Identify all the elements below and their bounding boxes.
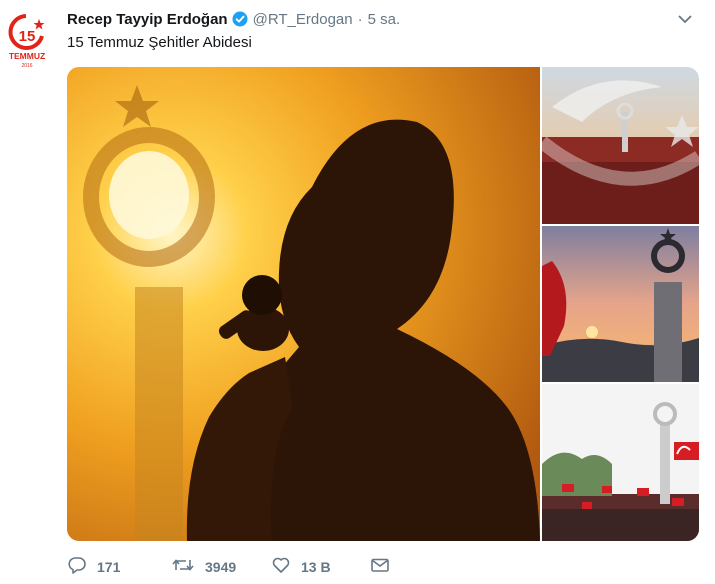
heart-icon <box>271 555 291 580</box>
retweet-button[interactable]: 3949 <box>171 554 236 580</box>
verified-badge-icon <box>232 11 248 27</box>
timestamp[interactable]: 5 sa. <box>368 11 401 28</box>
like-count: 13 B <box>301 559 331 575</box>
avatar-logo: 15 TEMMUZ 2016 <box>8 14 45 69</box>
author-handle[interactable]: @RT_Erdogan <box>253 11 353 28</box>
photo-crowd-flags[interactable] <box>542 384 699 541</box>
reply-button[interactable]: 171 <box>67 554 120 580</box>
reply-count: 171 <box>97 559 121 575</box>
direct-message-button[interactable] <box>370 554 390 580</box>
reply-icon <box>67 555 87 580</box>
separator-dot: · <box>357 10 363 28</box>
author-name[interactable]: Recep Tayyip Erdoğan <box>67 11 228 28</box>
tweet-actions: 171 3949 13 B <box>67 554 707 580</box>
avatar[interactable]: 15 TEMMUZ 2016 <box>4 10 50 72</box>
retweet-count: 3949 <box>205 559 237 575</box>
photo-main[interactable] <box>67 67 540 541</box>
chevron-down-icon[interactable] <box>675 8 695 30</box>
photo-monument-sunset[interactable] <box>542 226 699 382</box>
retweet-icon <box>171 555 195 580</box>
tweet-text: 15 Temmuz Şehitler Abidesi <box>67 34 252 51</box>
avatar-label: TEMMUZ <box>9 51 45 61</box>
avatar-number: 15 <box>19 28 36 45</box>
tweet-header: Recep Tayyip Erdoğan @RT_Erdogan · 5 sa. <box>67 8 695 30</box>
photo-crowd-flag[interactable] <box>542 67 699 224</box>
like-button[interactable]: 13 B <box>271 554 331 580</box>
media-grid <box>67 67 699 541</box>
envelope-icon <box>370 555 390 580</box>
avatar-year: 2016 <box>21 63 32 69</box>
